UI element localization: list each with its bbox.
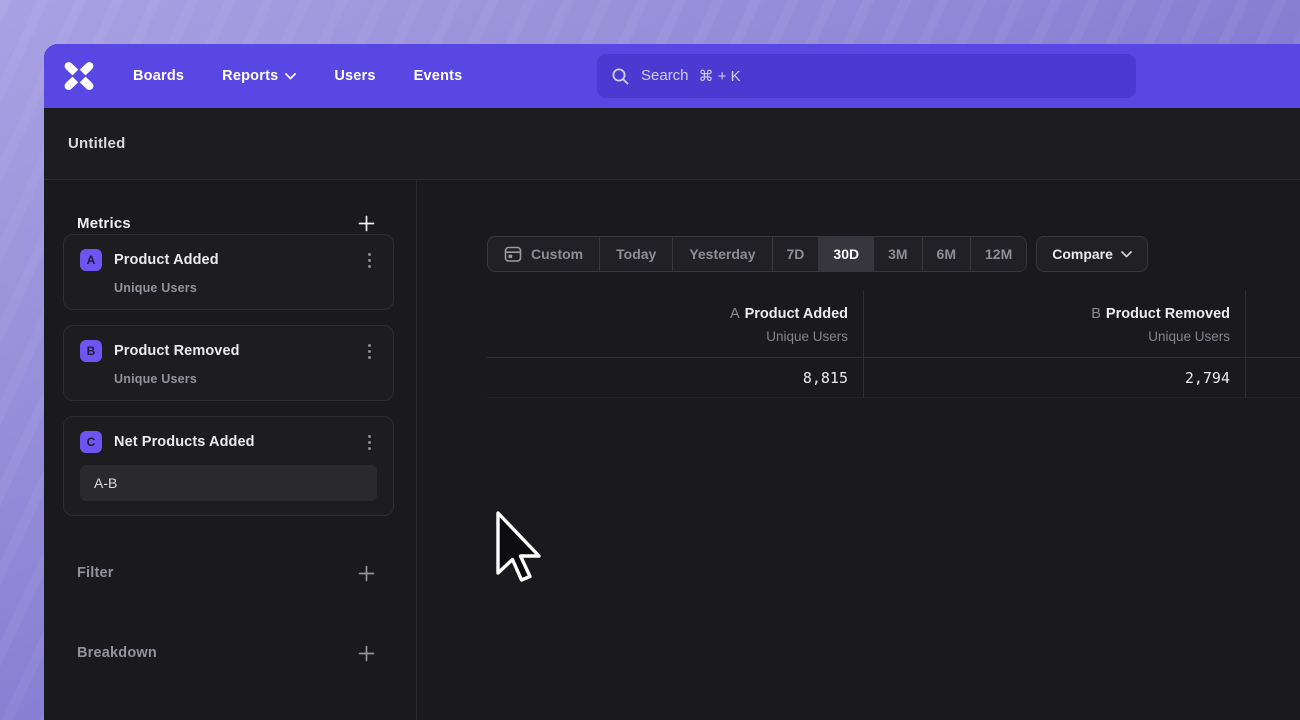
date-range-toolbar: Custom Today Yesterday 7D 30D 3M 6M 12M …: [487, 236, 1300, 272]
breakdown-section-header: Breakdown: [44, 642, 416, 664]
nav-items: Boards Reports Users Events: [133, 68, 462, 84]
column-header[interactable]: A Product Added Unique Users: [487, 291, 863, 358]
filter-section-header: Filter: [44, 562, 416, 584]
metric-measure[interactable]: Unique Users: [114, 372, 377, 386]
range-tab-custom[interactable]: Custom: [488, 237, 599, 271]
metric-value[interactable]: 8,815: [487, 358, 863, 398]
metrics-results-table: A Product Added Unique Users 8,815 B Produ…: [487, 291, 1300, 398]
metrics-label: Metrics: [77, 215, 131, 232]
range-tab-label: Custom: [531, 246, 583, 262]
range-tab-30d[interactable]: 30D: [818, 237, 873, 271]
range-tab-label: 12M: [985, 246, 1012, 262]
search-placeholder: Search ⌘ + K: [641, 67, 741, 85]
calendar-icon: [504, 245, 522, 263]
breakdown-label: Breakdown: [77, 645, 157, 661]
range-tab-today[interactable]: Today: [599, 237, 672, 271]
compare-button[interactable]: Compare: [1036, 236, 1148, 272]
nav-item-events[interactable]: Events: [414, 68, 463, 84]
nav-item-users[interactable]: Users: [334, 68, 375, 84]
table-column-a: A Product Added Unique Users 8,815: [487, 291, 863, 398]
range-tab-yesterday[interactable]: Yesterday: [672, 237, 771, 271]
nav-item-label: Reports: [222, 68, 278, 84]
nav-item-label: Boards: [133, 68, 184, 84]
metric-badge: A: [80, 249, 102, 271]
column-subtitle: Unique Users: [497, 329, 848, 344]
column-badge: B: [1091, 306, 1101, 322]
metric-badge: C: [80, 431, 102, 453]
chevron-down-icon: [1121, 251, 1132, 258]
metric-badge: B: [80, 340, 102, 362]
range-tab-7d[interactable]: 7D: [772, 237, 819, 271]
column-title: Product Removed: [1106, 306, 1230, 322]
mixpanel-logo-icon[interactable]: [62, 59, 96, 93]
range-tab-12m[interactable]: 12M: [970, 237, 1026, 271]
add-metric-button[interactable]: [358, 215, 375, 232]
range-tab-6m[interactable]: 6M: [922, 237, 970, 271]
formula-input[interactable]: A-B: [80, 465, 377, 501]
range-tab-label: 7D: [787, 246, 805, 262]
nav-item-boards[interactable]: Boards: [133, 68, 184, 84]
compare-label: Compare: [1052, 246, 1113, 262]
column-badge: A: [730, 306, 740, 322]
range-tab-label: 30D: [833, 246, 859, 262]
range-tab-label: Today: [616, 246, 656, 262]
nav-item-label: Users: [334, 68, 375, 84]
search-shortcut: ⌘ + K: [699, 67, 741, 85]
metric-name[interactable]: Product Removed: [114, 343, 240, 359]
search-input[interactable]: Search ⌘ + K: [597, 54, 1136, 98]
report-main-panel: Custom Today Yesterday 7D 30D 3M 6M 12M …: [417, 180, 1300, 720]
query-builder-sidebar: Metrics A Product Added Unique Users B P…: [44, 180, 417, 720]
range-tab-label: 6M: [937, 246, 956, 262]
nav-item-label: Events: [414, 68, 463, 84]
add-breakdown-button[interactable]: [358, 645, 375, 662]
range-tab-label: Yesterday: [689, 246, 755, 262]
metric-card-a[interactable]: A Product Added Unique Users: [63, 234, 394, 310]
metric-name[interactable]: Net Products Added: [114, 434, 255, 450]
metric-card-b[interactable]: B Product Removed Unique Users: [63, 325, 394, 401]
kebab-menu-icon[interactable]: [361, 342, 377, 360]
kebab-menu-icon[interactable]: [361, 433, 377, 451]
column-header[interactable]: B Product Removed Unique Users: [864, 291, 1245, 358]
chevron-down-icon: [285, 73, 296, 80]
report-titlebar: Untitled: [44, 108, 1300, 180]
column-title: Product Added: [745, 306, 848, 322]
report-title[interactable]: Untitled: [68, 135, 125, 152]
table-column-b: B Product Removed Unique Users 2,794: [863, 291, 1245, 398]
kebab-menu-icon[interactable]: [361, 251, 377, 269]
range-tab-label: 3M: [888, 246, 907, 262]
nav-item-reports[interactable]: Reports: [222, 68, 296, 84]
metric-value[interactable]: 2,794: [864, 358, 1245, 398]
top-navbar: Boards Reports Users Events Search: [44, 44, 1300, 108]
add-filter-button[interactable]: [358, 565, 375, 582]
table-column-overflow: [1245, 291, 1300, 398]
date-range-group: Custom Today Yesterday 7D 30D 3M 6M 12M: [487, 236, 1027, 272]
metric-name[interactable]: Product Added: [114, 252, 219, 268]
range-tab-3m[interactable]: 3M: [873, 237, 921, 271]
metric-measure[interactable]: Unique Users: [114, 281, 377, 295]
search-icon: [611, 67, 630, 86]
column-subtitle: Unique Users: [874, 329, 1230, 344]
app-window: Boards Reports Users Events Search: [44, 44, 1300, 720]
filter-label: Filter: [77, 565, 114, 581]
metric-card-c[interactable]: C Net Products Added A-B: [63, 416, 394, 516]
metrics-section-header: Metrics: [44, 212, 416, 234]
